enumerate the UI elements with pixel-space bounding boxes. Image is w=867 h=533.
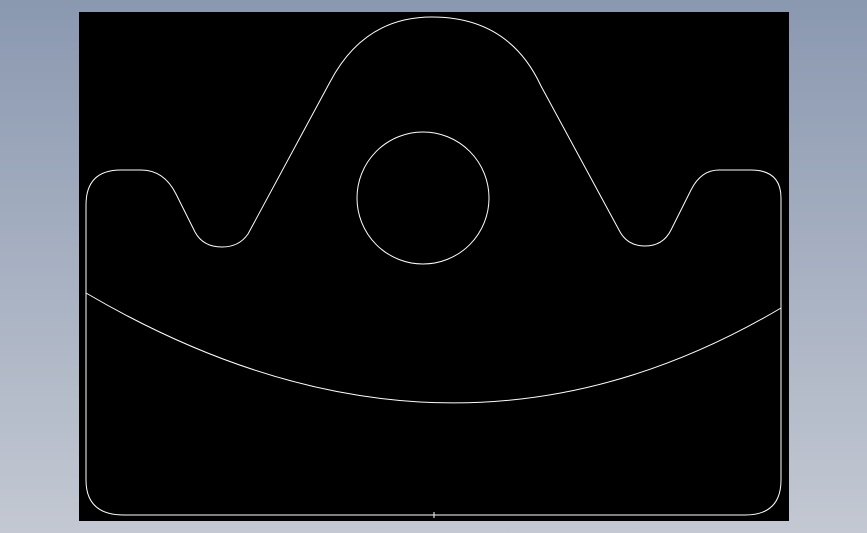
- outer-profile[interactable]: [85, 16, 782, 516]
- center-hole[interactable]: [356, 131, 490, 265]
- cad-drawing-canvas[interactable]: [79, 12, 789, 521]
- sweep-arc[interactable]: [85, 292, 782, 404]
- cad-drawing-viewport[interactable]: [79, 12, 789, 521]
